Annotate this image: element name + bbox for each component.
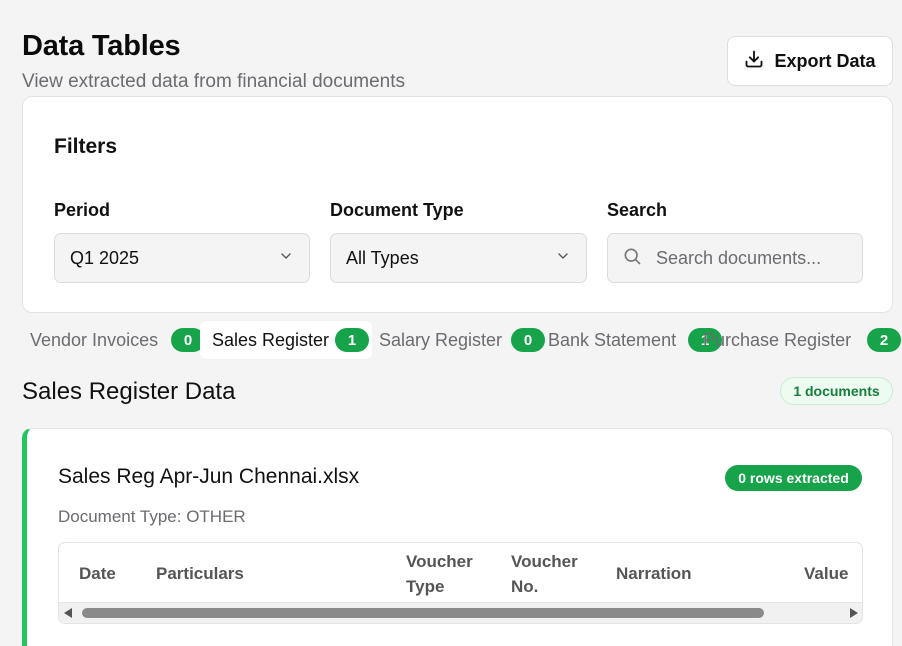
column-header-value: Value <box>804 564 849 583</box>
document-type-label: Document Type <box>330 200 464 220</box>
section-title: Sales Register Data <box>22 378 236 405</box>
document-type-select[interactable]: All Types <box>330 233 587 283</box>
tab-purchase-register[interactable]: Purchase Register <box>703 321 851 359</box>
chevron-down-icon <box>278 248 294 269</box>
search-field[interactable] <box>607 233 863 283</box>
export-data-button[interactable]: Export Data <box>727 36 893 86</box>
document-name: Sales Reg Apr-Jun Chennai.xlsx <box>58 465 360 488</box>
tab-label: Vendor Invoices <box>30 329 159 350</box>
period-value: Q1 2025 <box>70 247 140 268</box>
tab-label: Bank Statement <box>548 329 677 350</box>
documents-count-badge: 1 documents <box>780 377 893 405</box>
period-label: Period <box>54 200 111 220</box>
column-header-voucher-no: Voucher No. <box>511 552 578 596</box>
column-header-narration: Narration <box>616 564 692 583</box>
search-icon <box>622 246 656 271</box>
page-subtitle: View extracted data from financial docum… <box>22 71 406 92</box>
register-tabs: Vendor Invoices 0 Sales Register 1 Salar… <box>22 318 902 362</box>
search-input[interactable] <box>656 247 856 269</box>
tab-label: Purchase Register <box>703 329 852 350</box>
tab-count-badge: 0 <box>511 328 545 352</box>
filters-card: Filters Period Q1 2025 Document Type All… <box>22 96 893 313</box>
tab-label: Sales Register <box>212 329 330 350</box>
download-icon <box>744 49 764 74</box>
export-data-label: Export Data <box>774 50 876 71</box>
tab-count-badge: 1 <box>335 328 369 352</box>
period-select[interactable]: Q1 2025 <box>54 233 310 283</box>
tab-salary-register[interactable]: Salary Register <box>379 321 502 359</box>
page-title: Data Tables <box>22 30 181 62</box>
document-card: Sales Reg Apr-Jun Chennai.xlsx 0 rows ex… <box>22 428 893 646</box>
data-table: Date Particulars Voucher Type Voucher No… <box>58 542 863 624</box>
tab-count-badge: 2 <box>867 328 901 352</box>
scroll-left-icon[interactable] <box>64 608 72 618</box>
chevron-down-icon <box>555 248 571 269</box>
document-type-value: All Types <box>346 247 419 268</box>
tab-vendor-invoices[interactable]: Vendor Invoices <box>30 321 158 359</box>
scroll-right-icon[interactable] <box>850 608 858 618</box>
scroll-thumb[interactable] <box>82 608 764 618</box>
tab-bank-statement[interactable]: Bank Statement <box>548 321 676 359</box>
tab-label: Salary Register <box>379 329 503 350</box>
column-header-date: Date <box>79 564 116 583</box>
filters-title: Filters <box>54 135 118 158</box>
horizontal-scrollbar[interactable] <box>59 602 862 623</box>
search-label: Search <box>607 200 668 220</box>
rows-extracted-badge: 0 rows extracted <box>725 465 862 491</box>
document-type-text: Document Type: OTHER <box>58 507 246 526</box>
column-header-voucher-type: Voucher Type <box>406 552 473 596</box>
column-header-particulars: Particulars <box>156 564 244 583</box>
